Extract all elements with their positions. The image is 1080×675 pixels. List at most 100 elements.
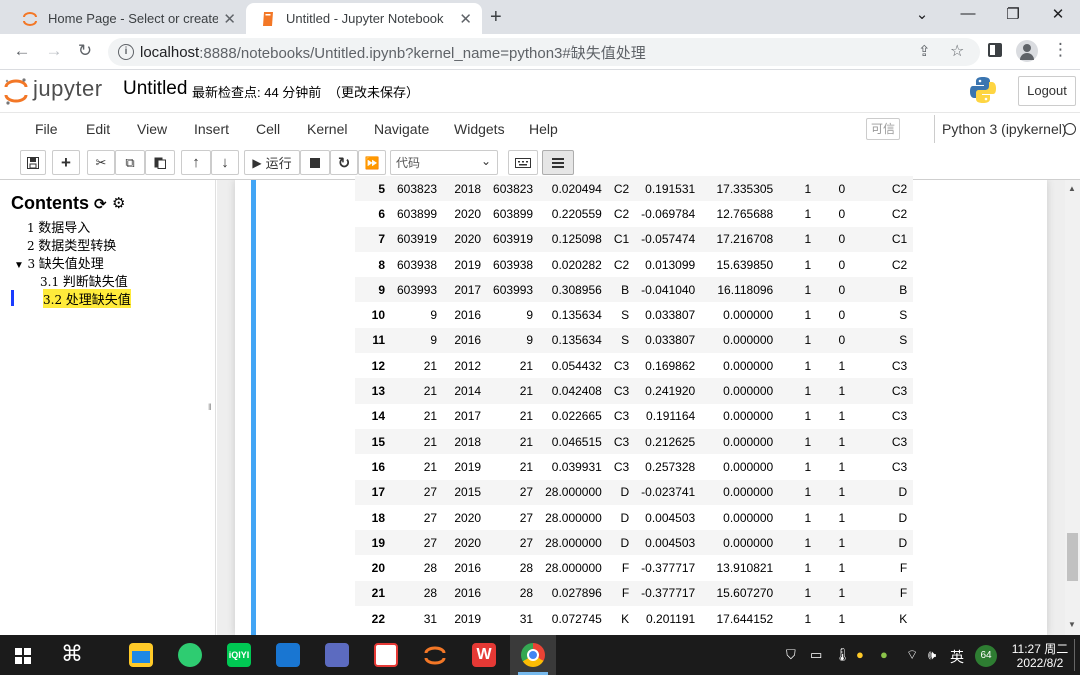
restart-icon[interactable]: ↻ <box>330 150 358 175</box>
scrollbar[interactable]: ▲ ▼ <box>1065 180 1080 635</box>
jupyter-taskbar-icon[interactable] <box>423 643 447 667</box>
calendar-app-icon[interactable] <box>276 643 300 667</box>
info-icon[interactable]: i <box>118 44 134 60</box>
new-tab-button[interactable]: + <box>490 6 502 29</box>
tab-home-page[interactable]: Home Page - Select or create a ✕ <box>8 3 246 34</box>
restart-run-all-icon[interactable]: ⏩ <box>358 150 386 175</box>
forward-icon[interactable]: → <box>42 41 66 61</box>
tab-untitled[interactable]: Untitled - Jupyter Notebook ✕ <box>246 3 482 34</box>
menu-view[interactable]: View <box>137 121 167 137</box>
clock-time[interactable]: 11:27 周二 <box>1010 640 1070 657</box>
close-window-icon[interactable]: ✕ <box>1038 5 1078 23</box>
refresh-icon[interactable]: ⟳ <box>94 195 107 213</box>
scroll-thumb[interactable] <box>1067 533 1078 581</box>
close-tab-icon[interactable]: ✕ <box>223 10 236 28</box>
tray-app-icon[interactable]: ● <box>856 647 864 662</box>
profile-avatar[interactable] <box>1016 40 1038 62</box>
browser-menu-icon[interactable]: ⋮ <box>1052 40 1069 60</box>
chrome-taskbar-active[interactable] <box>510 635 556 675</box>
url-field[interactable]: i localhost:8888/notebooks/Untitled.ipyn… <box>108 38 980 66</box>
tray-monitor-icon[interactable]: ▭ <box>810 647 822 663</box>
browser-360-icon[interactable] <box>178 643 202 667</box>
row-index: 13 <box>355 378 391 404</box>
menu-help[interactable]: Help <box>529 121 558 137</box>
close-tab-icon[interactable]: ✕ <box>459 10 472 28</box>
row-index: 10 <box>355 302 391 328</box>
tab-search-icon[interactable]: ⌄ <box>902 5 942 23</box>
notebook-name[interactable]: Untitled <box>123 78 187 100</box>
row-index: 16 <box>355 454 391 480</box>
toc-item[interactable]: ▼ 3 缺失值处理 <box>14 253 104 272</box>
keyboard-icon[interactable] <box>508 150 538 175</box>
table-cell: 1 <box>779 580 818 607</box>
jupyter-logo-icon[interactable] <box>4 76 28 106</box>
trusted-indicator[interactable]: 可信 <box>866 118 900 140</box>
file-explorer-icon[interactable] <box>129 643 153 667</box>
show-desktop-button[interactable] <box>1074 639 1075 671</box>
jupyter-logo-text[interactable]: jupyter <box>33 76 103 102</box>
toc-item[interactable]: 1 数据导入 <box>27 217 90 236</box>
calendar-icon[interactable] <box>325 643 349 667</box>
save-icon[interactable] <box>20 150 46 175</box>
menu-cell[interactable]: Cell <box>256 121 280 137</box>
table-cell: 1 <box>779 201 818 227</box>
toc-item[interactable]: 3.1 判断缺失值 <box>40 271 128 290</box>
cut-icon[interactable]: ✂ <box>87 150 115 175</box>
scroll-down-icon[interactable]: ▼ <box>1068 620 1076 629</box>
resize-handle[interactable]: ‖ <box>208 402 212 412</box>
paste-icon[interactable] <box>145 150 175 175</box>
scroll-up-icon[interactable]: ▲ <box>1068 184 1076 193</box>
copy-icon[interactable]: ⧉ <box>115 150 145 175</box>
add-cell-icon[interactable]: + <box>52 150 80 175</box>
tray-temp-icon[interactable]: 🌡 <box>834 647 851 663</box>
move-down-icon[interactable]: ↓ <box>211 150 239 175</box>
run-button[interactable]: ▶ 运行 <box>244 150 300 175</box>
toc-toggle-icon[interactable] <box>542 150 574 175</box>
ime-indicator[interactable]: 英 <box>950 647 964 667</box>
reload-icon[interactable]: ↻ <box>73 41 97 61</box>
clock-date[interactable]: 2022/8/2 <box>1010 656 1070 670</box>
minimize-icon[interactable]: — <box>948 5 988 22</box>
side-panel-icon[interactable] <box>988 43 1002 57</box>
table-cell: 0.000000 <box>701 504 780 531</box>
interrupt-icon[interactable] <box>300 150 330 175</box>
menu-insert[interactable]: Insert <box>194 121 229 137</box>
volume-icon[interactable]: 🕪 <box>928 647 936 663</box>
toc-item-active[interactable]: 3.2 处理缺失值 <box>43 289 131 308</box>
restore-icon[interactable]: ❐ <box>993 5 1033 23</box>
move-up-icon[interactable]: ↑ <box>181 150 211 175</box>
table-cell: 0.022665 <box>539 403 608 429</box>
bookmark-star-icon[interactable]: ☆ <box>950 41 964 61</box>
cell-type-value: 代码 <box>396 156 421 170</box>
menu-navigate[interactable]: Navigate <box>374 121 429 137</box>
gear-icon[interactable]: ⚙ <box>112 194 125 212</box>
menu-file[interactable]: File <box>35 121 58 137</box>
notification-badge[interactable]: 64 <box>975 645 997 667</box>
tencent-app-icon[interactable]: ⌘ <box>60 643 84 667</box>
table-cell: 17.216708 <box>701 226 780 252</box>
toc-item[interactable]: 2 数据类型转换 <box>27 235 116 254</box>
wps-icon[interactable]: W <box>472 643 496 667</box>
cell-type-select[interactable]: 代码 ⌄ <box>390 150 498 175</box>
tray-vpn-icon[interactable]: ⛉ <box>786 647 796 663</box>
caret-down-icon[interactable]: ▼ <box>14 260 24 271</box>
notebook-toolbar: + ✂ ⧉ ↑ ↓ ▶ 运行 ↻ ⏩ 代码 ⌄ <box>0 146 1080 180</box>
menu-widgets[interactable]: Widgets <box>454 121 505 137</box>
tray-app2-icon[interactable]: ● <box>880 647 888 662</box>
table-cell: 1 <box>817 504 852 531</box>
share-icon[interactable]: ⇪ <box>918 42 931 60</box>
menu-kernel[interactable]: Kernel <box>307 121 347 137</box>
wifi-icon[interactable]: ⌔ <box>906 647 918 663</box>
xmind-icon[interactable] <box>374 643 398 667</box>
table-row: 21 28 2016 28 0.027896 F -0.377717 15.607270 1 1 F <box>355 580 914 607</box>
table-cell: K <box>851 606 914 632</box>
kernel-name[interactable]: Python 3 (ipykernel) <box>942 121 1067 137</box>
table-cell: 2016 <box>443 302 488 328</box>
logout-button[interactable]: Logout <box>1018 76 1076 106</box>
menu-edit[interactable]: Edit <box>86 121 110 137</box>
table-cell: 0.000000 <box>701 302 780 328</box>
iqiyi-icon[interactable]: iQIYI <box>227 643 251 667</box>
table-cell: 603823 <box>487 176 540 202</box>
back-icon[interactable]: ← <box>10 41 34 61</box>
windows-start-icon[interactable] <box>15 648 31 664</box>
